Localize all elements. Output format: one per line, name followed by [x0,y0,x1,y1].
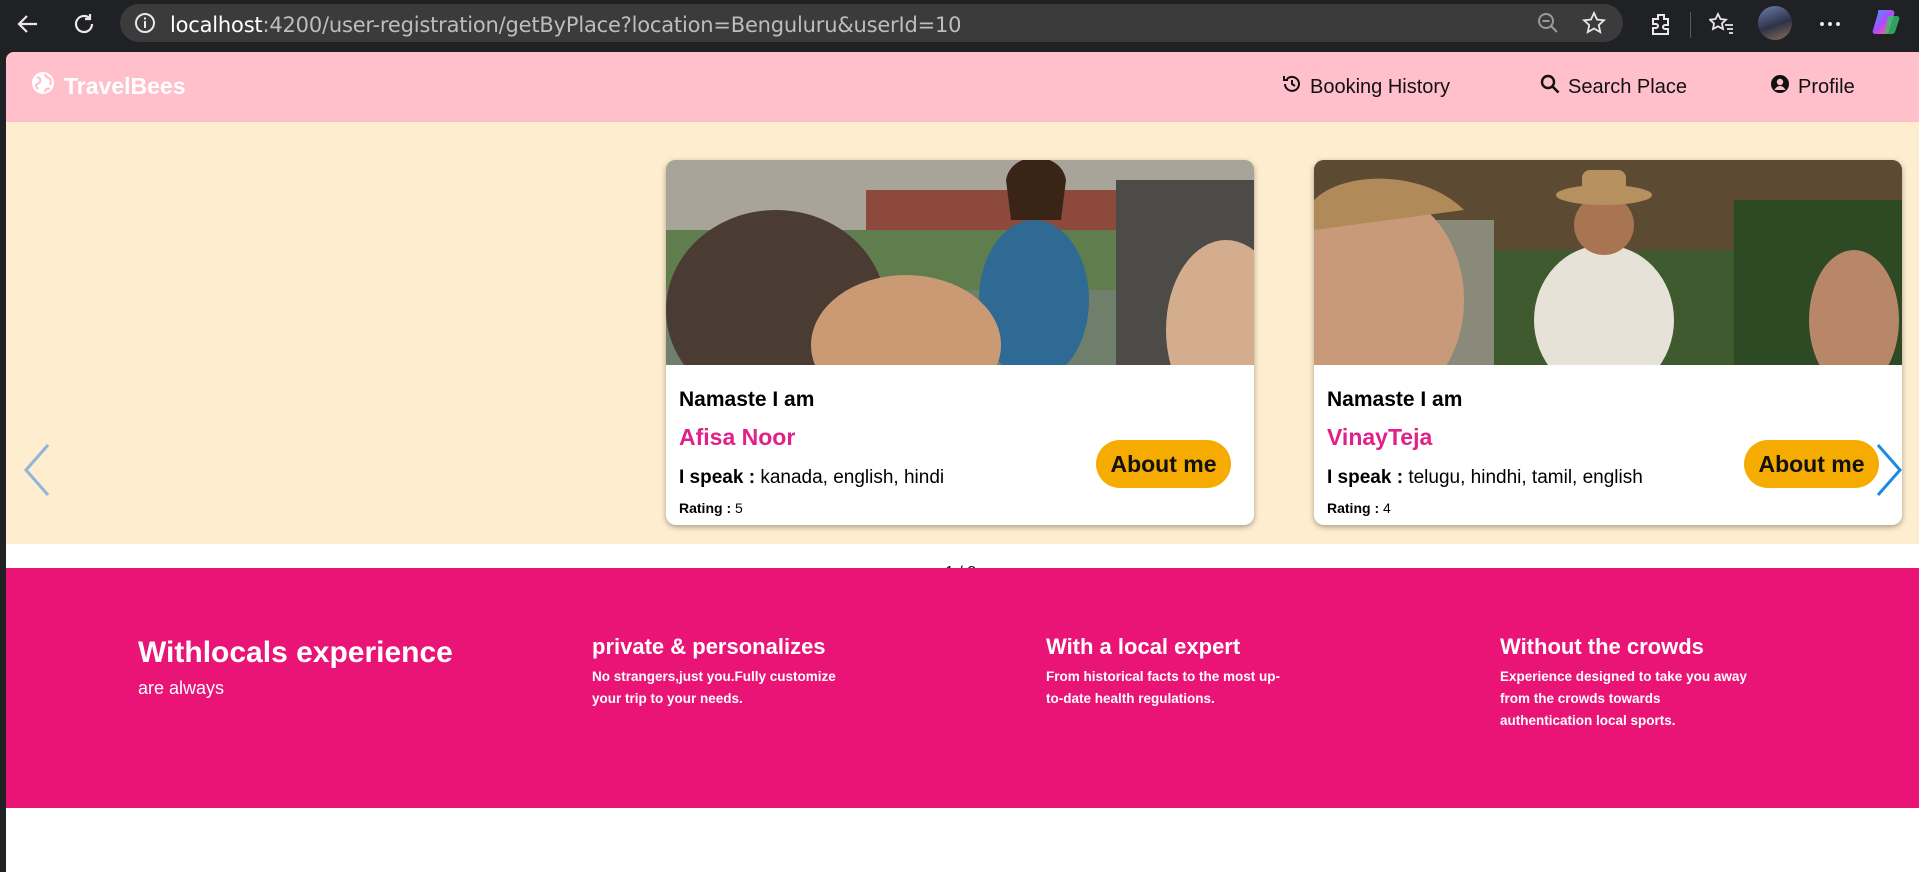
languages-value: telugu, hindhi, tamil, english [1408,467,1643,488]
feature-item: With a local expert From historical fact… [1046,634,1296,710]
back-icon[interactable] [12,8,44,40]
history-icon [1282,74,1302,100]
guide-name: Afisa Noor [679,424,796,450]
nav-search-place[interactable]: Search Place [1540,74,1687,100]
languages-line: I speak : kanada, english, hindi [679,467,944,489]
favorites-icon[interactable] [1706,8,1738,40]
feature-text: From historical facts to the most up-to-… [1046,669,1281,706]
languages-value: kanada, english, hindi [760,467,945,488]
languages-line: I speak : telugu, hindhi, tamil, english [1327,467,1643,489]
guide-photo [1314,160,1902,365]
address-bar[interactable]: localhost:4200/user-registration/getByPl… [120,4,1623,42]
web-page: TravelBees Booking History Search Place … [6,52,1919,872]
about-me-button[interactable]: About me [1096,440,1231,488]
guide-card: Namaste I am VinayTeja I speak : telugu,… [1314,160,1902,525]
rating-line: Rating : 5 [679,500,743,516]
favorite-star-icon[interactable] [1581,10,1607,40]
globe-icon [30,70,56,102]
guide-photo [666,160,1254,365]
copilot-icon[interactable] [1870,6,1902,38]
brand-name: TravelBees [64,72,186,99]
rating-value: 5 [735,500,743,516]
nav-booking-history-label: Booking History [1310,75,1451,98]
guide-carousel: Namaste I am Afisa Noor I speak : kanada… [6,122,1919,544]
feature-item: Without the crowds Experience designed t… [1500,634,1750,732]
nav-search-place-label: Search Place [1568,75,1687,98]
rating-label: Rating : [1327,500,1380,516]
speak-label: I speak : [1327,467,1404,488]
url-path: :4200/user-registration/getByPlace?locat… [262,13,962,37]
search-icon [1540,74,1560,100]
user-circle-icon [1770,74,1790,100]
about-me-button[interactable]: About me [1744,440,1879,488]
feature-text: Experience designed to take you away fro… [1500,669,1747,728]
rating-value: 4 [1383,500,1391,516]
card-greeting: Namaste I am [1327,388,1463,411]
url-host: localhost [170,13,263,37]
reload-icon[interactable] [68,8,100,40]
brand[interactable]: TravelBees [30,70,185,102]
feature-heading: Without the crowds [1500,634,1704,659]
nav-profile-label: Profile [1798,75,1855,98]
feature-heading: With a local expert [1046,634,1241,659]
guide-name: VinayTeja [1327,424,1433,450]
features-title: Withlocals experience [138,636,453,669]
browser-toolbar: localhost:4200/user-registration/getByPl… [0,0,1919,52]
carousel-prev-icon[interactable] [18,440,58,500]
url-text[interactable]: localhost:4200/user-registration/getByPl… [170,13,962,37]
guide-card: Namaste I am Afisa Noor I speak : kanada… [666,160,1254,525]
navbar: TravelBees Booking History Search Place … [6,52,1919,122]
feature-text: No strangers,just you.Fully customize yo… [592,669,836,706]
feature-heading: private & personalizes [592,634,826,659]
features-subtitle: are always [138,678,225,698]
zoom-out-icon[interactable] [1536,11,1560,40]
card-greeting: Namaste I am [679,388,815,411]
more-menu-icon[interactable] [1814,8,1846,40]
nav-booking-history[interactable]: Booking History [1282,74,1450,100]
features-banner: Withlocals experience are always private… [6,568,1919,808]
rating-line: Rating : 4 [1327,500,1391,516]
profile-avatar[interactable] [1758,6,1792,40]
feature-item: private & personalizes No strangers,just… [592,634,842,710]
nav-profile[interactable]: Profile [1770,74,1855,100]
toolbar-divider [1690,12,1691,38]
extensions-icon[interactable] [1645,8,1677,40]
site-info-icon[interactable] [134,12,156,34]
speak-label: I speak : [679,467,756,488]
carousel-next-icon[interactable] [1868,440,1908,500]
rating-label: Rating : [679,500,732,516]
